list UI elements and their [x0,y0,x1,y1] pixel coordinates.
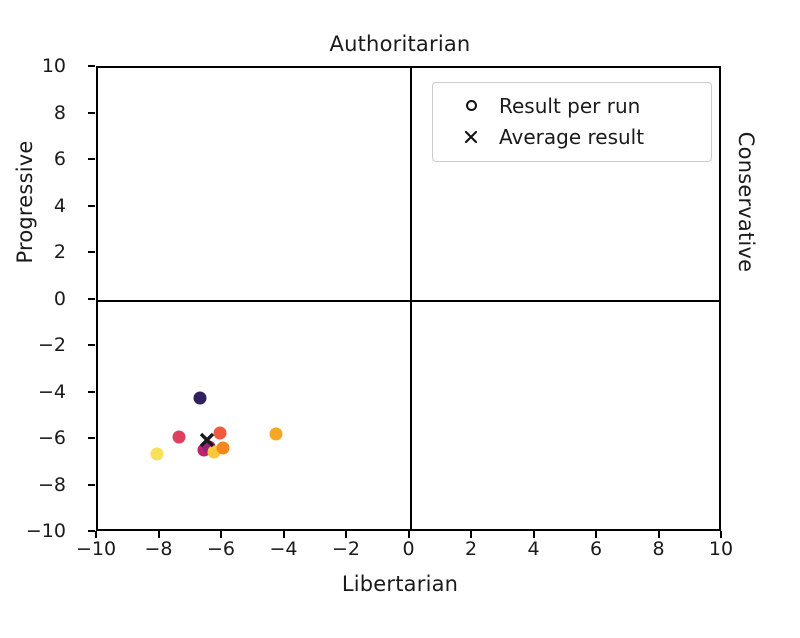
y-tick-label: 6 [53,148,66,170]
axis-title-libertarian: Libertarian [341,572,459,596]
x-tick-label: 6 [589,538,603,560]
x-tick-label: −8 [144,538,173,560]
run-result-point [172,430,186,443]
y-tick-label: −6 [37,427,66,449]
vertical-zero-axis [409,68,412,529]
y-tick-label: −2 [37,334,66,356]
y-tick-mark [88,530,95,532]
y-tick-label: 0 [53,287,66,310]
legend-entry-average-result: Average result [443,121,701,152]
y-tick-mark [88,65,95,67]
x-tick-mark [657,531,660,538]
x-tick-mark [407,531,410,538]
y-tick-label: 10 [41,55,66,77]
x-tick-label: 0 [402,538,415,560]
x-tick-label: −4 [269,538,298,560]
y-tick-mark [88,204,95,207]
y-tick-mark [88,483,95,486]
y-tick-label: −8 [37,473,66,496]
x-tick-label: 2 [464,538,478,560]
axis-title-conservative: Conservative [734,131,758,273]
horizontal-zero-axis [98,299,719,302]
y-tick-mark [88,437,95,439]
x-tick-mark [595,531,597,538]
x-tick-label: 4 [527,538,540,560]
y-tick-label: −4 [37,380,66,403]
x-tick-label: 8 [652,538,665,560]
y-tick-label: 8 [53,101,66,124]
run-result-point [150,447,164,461]
y-tick-label: 2 [53,241,66,263]
y-tick-mark [88,390,95,393]
run-result-point [269,427,283,441]
legend-label-result-per-run: Result per run [499,93,641,118]
y-tick-mark [88,111,95,114]
x-tick-mark [532,531,535,538]
y-tick-mark [88,251,95,253]
x-tick-mark [345,531,347,538]
x-tick-label: −6 [206,538,235,560]
x-tick-mark [95,531,97,538]
x-cross-icon [443,129,499,145]
y-tick-label: −10 [25,520,66,542]
y-tick-mark [88,297,95,300]
average-result-marker [196,429,218,451]
x-tick-mark [720,531,722,538]
x-tick-mark [282,531,285,538]
x-tick-label: −2 [331,538,360,560]
x-tick-label: −10 [75,538,117,560]
circle-open-icon [443,100,499,111]
x-tick-mark [220,531,222,538]
x-tick-mark [470,531,472,538]
legend-label-average-result: Average result [499,124,645,149]
y-tick-label: 4 [53,194,66,217]
legend-entry-result-per-run: Result per run [443,90,701,121]
run-result-point [216,441,230,455]
y-tick-mark [88,344,95,346]
legend-box: Result per run Average result [432,82,712,162]
y-tick-mark [88,158,95,160]
x-tick-mark [157,531,160,538]
political-compass-chart: Authoritarian Libertarian Progressive Co… [0,0,800,638]
x-tick-label: 10 [708,538,734,560]
axis-title-authoritarian: Authoritarian [329,32,471,56]
run-result-point [193,391,207,405]
